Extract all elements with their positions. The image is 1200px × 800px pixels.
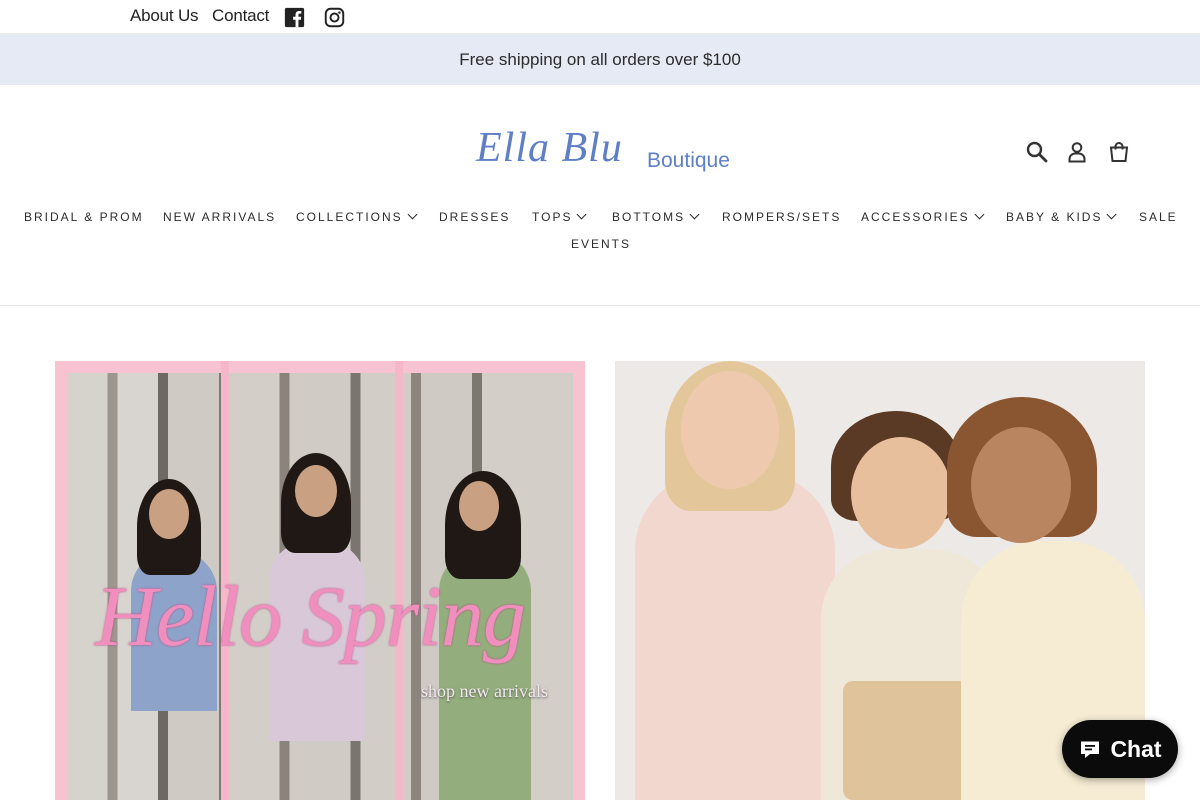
contact-link[interactable]: Contact [212, 6, 269, 26]
nav-item-label: COLLECTIONS [296, 210, 403, 224]
child-face [851, 437, 951, 549]
logo-sub-text: Boutique [647, 149, 730, 172]
nav-item-label: BOTTOMS [612, 210, 686, 224]
promo-headline: Hello Spring [95, 568, 526, 664]
announcement-text: Free shipping on all orders over $100 [459, 49, 741, 69]
chevron-down-icon [1107, 209, 1117, 220]
facebook-icon[interactable] [284, 7, 305, 28]
nav-item-label: BABY & KIDS [1006, 210, 1103, 224]
nav-item-label: SALE [1139, 210, 1178, 224]
model-face [295, 465, 337, 517]
nav-item-collections[interactable]: COLLECTIONS [296, 209, 418, 224]
chat-label: Chat [1110, 735, 1162, 762]
search-icon[interactable] [1025, 140, 1049, 164]
chat-button[interactable]: Chat [1062, 720, 1178, 778]
chevron-down-icon [407, 209, 418, 220]
store-logo[interactable]: Ella Blu Boutique [470, 118, 730, 184]
nav-item-bottoms[interactable]: BOTTOMS [612, 209, 700, 224]
nav-item-label: NEW ARRIVALS [163, 210, 277, 224]
child-figure [635, 471, 835, 800]
chat-bubble-icon [1081, 741, 1100, 758]
model-face [459, 481, 499, 531]
child-face [971, 427, 1071, 543]
nav-item-label: BRIDAL & PROM [24, 210, 144, 224]
nav-item-bridal-prom[interactable]: BRIDAL & PROM [24, 210, 144, 224]
logo-script-text: Ella Blu [476, 125, 623, 171]
announcement-bar: Free shipping on all orders over $100 [0, 34, 1200, 85]
nav-item-accessories[interactable]: ACCESSORIES [861, 209, 985, 224]
model-face [149, 489, 189, 539]
nav-item-label: ROMPERS/SETS [722, 210, 842, 224]
about-us-link[interactable]: About Us [130, 6, 199, 26]
nav-item-events[interactable]: EVENTS [571, 237, 631, 251]
cart-icon[interactable] [1107, 140, 1131, 164]
nav-item-label: DRESSES [439, 210, 511, 224]
chevron-down-icon [689, 209, 700, 220]
nav-item-rompers-sets[interactable]: ROMPERS/SETS [722, 210, 841, 224]
instagram-icon[interactable] [324, 7, 345, 28]
child-face [681, 371, 779, 489]
shop-new-arrivals-link[interactable]: shop new arrivals [421, 681, 548, 702]
nav-item-dresses[interactable]: DRESSES [439, 210, 510, 224]
nav-item-label: ACCESSORIES [861, 210, 970, 224]
chevron-down-icon [974, 209, 985, 220]
nav-item-sale[interactable]: SALE [1139, 210, 1178, 224]
promo-hello-spring[interactable]: Hello Spring shop new arrivals [55, 361, 585, 800]
nav-item-baby-kids[interactable]: BABY & KIDS [1006, 209, 1117, 224]
chevron-down-icon [577, 209, 587, 220]
nav-item-new-arrivals[interactable]: NEW ARRIVALS [163, 210, 276, 224]
nav-item-tops[interactable]: TOPS [532, 209, 587, 224]
nav-item-label: TOPS [532, 210, 573, 224]
account-icon[interactable] [1065, 140, 1089, 164]
header-divider [0, 305, 1200, 306]
nav-item-label: EVENTS [571, 237, 632, 251]
utility-bar: About Us Contact [0, 0, 1200, 34]
